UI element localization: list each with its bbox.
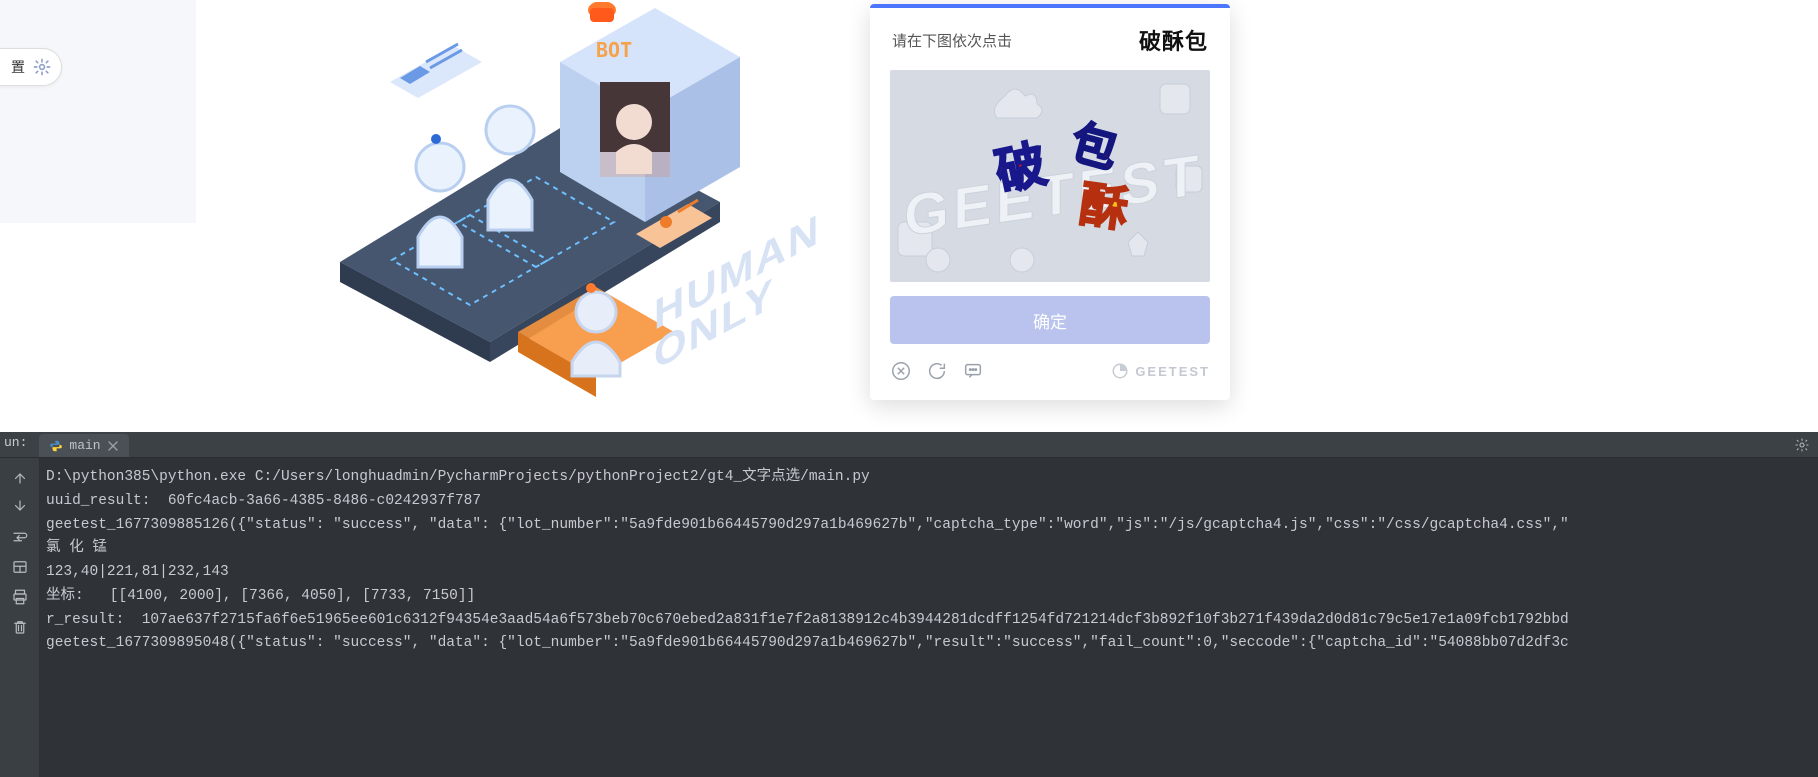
step-down-icon[interactable] xyxy=(11,498,29,516)
captcha-image[interactable]: GEETEST 破 包 酥 xyxy=(890,70,1210,282)
soft-wrap-icon[interactable] xyxy=(11,528,29,546)
tab-close-icon[interactable] xyxy=(107,440,119,452)
ide-console[interactable]: D:\python385\python.exe C:/Users/longhua… xyxy=(40,458,1818,777)
layout-icon[interactable] xyxy=(11,558,29,576)
geetest-logo-icon xyxy=(1111,362,1129,380)
trash-icon[interactable] xyxy=(11,618,29,636)
close-icon[interactable] xyxy=(890,360,912,382)
refresh-icon[interactable] xyxy=(926,360,948,382)
bot-label: BOT xyxy=(596,38,632,62)
geetest-brand: GEETEST xyxy=(1111,362,1210,380)
captcha-confirm-button[interactable]: 确定 xyxy=(890,296,1210,344)
python-file-icon xyxy=(49,439,63,453)
captcha-popup: 请在下图依次点击 破酥包 GEETEST xyxy=(870,4,1230,400)
browser-page-area: 置 BOT xyxy=(0,0,1818,432)
captcha-header: 请在下图依次点击 破酥包 xyxy=(870,8,1230,66)
ide-tab-main[interactable]: main xyxy=(39,434,128,457)
captcha-char-3: 酥 xyxy=(1076,178,1131,237)
captcha-target-chars: 破酥包 xyxy=(1139,24,1208,56)
settings-pill[interactable]: 置 xyxy=(0,48,62,86)
step-up-icon[interactable] xyxy=(11,468,29,486)
gear-icon xyxy=(33,58,51,76)
feedback-icon[interactable] xyxy=(962,360,984,382)
human-only-illustration: BOT xyxy=(300,2,780,422)
ide-gutter xyxy=(0,458,40,777)
ide-tabbar: un: main xyxy=(0,432,1818,458)
ide-settings-icon[interactable] xyxy=(1794,437,1810,453)
sidebar-background xyxy=(0,0,196,223)
ide-run-panel: un: main D:\python385\python.exe C:/User… xyxy=(0,432,1818,777)
ide-tab-label: main xyxy=(69,438,100,453)
settings-pill-label: 置 xyxy=(11,57,25,77)
ide-tool-label: un: xyxy=(0,435,35,454)
print-icon[interactable] xyxy=(11,588,29,606)
captcha-footer: GEETEST xyxy=(870,344,1230,400)
captcha-instruction: 请在下图依次点击 xyxy=(892,30,1012,51)
